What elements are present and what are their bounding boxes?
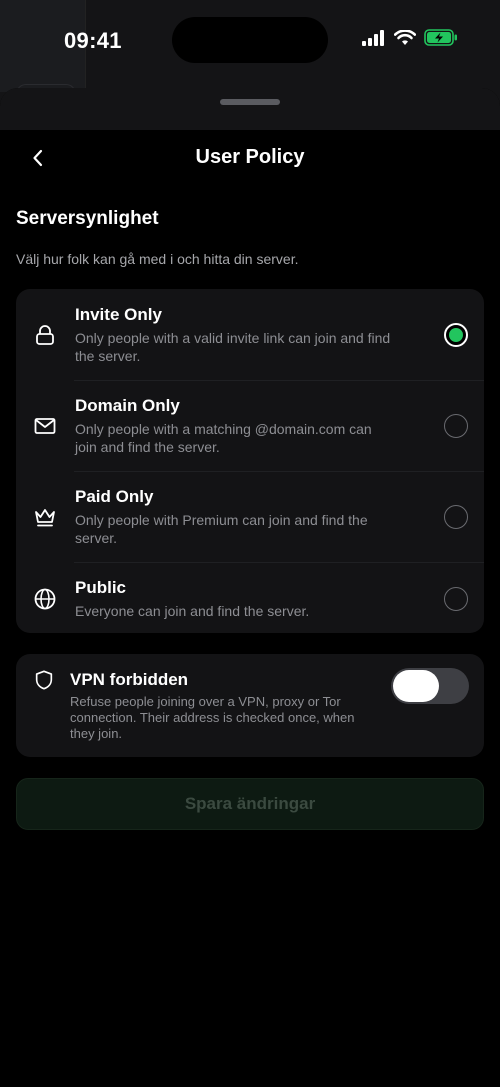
shield-icon (35, 670, 53, 690)
vpn-forbidden-toggle[interactable] (391, 668, 469, 704)
dynamic-island (172, 17, 328, 63)
toggle-knob (393, 670, 439, 702)
radio-public[interactable] (444, 587, 468, 611)
radio-paid-only[interactable] (444, 505, 468, 529)
cellular-signal-icon (362, 29, 384, 46)
status-time: 09:41 (64, 28, 122, 53)
page-title: User Policy (195, 146, 305, 168)
section-title: Serversynlighet (16, 208, 159, 229)
option-public[interactable]: Public Everyone can join and find the se… (16, 562, 484, 633)
visibility-options-card: Invite Only Only people with a valid inv… (16, 289, 484, 633)
radio-invite-only[interactable] (444, 323, 468, 347)
option-title: Paid Only (75, 487, 154, 506)
vpn-title: VPN forbidden (70, 670, 189, 689)
option-description: Everyone can join and find the server. (75, 603, 310, 619)
section-description: Välj hur folk kan gå med i och hitta din… (16, 251, 299, 267)
option-invite-only[interactable]: Invite Only Only people with a valid inv… (16, 289, 484, 380)
status-icons (362, 29, 458, 46)
wifi-icon (394, 29, 416, 45)
radio-domain-only[interactable] (444, 414, 468, 438)
status-bar: 09:41 (0, 0, 500, 80)
user-policy-sheet: User Policy Serversynlighet Välj hur fol… (0, 88, 500, 1087)
option-title: Domain Only (75, 396, 180, 415)
vpn-setting-card: VPN forbidden Refuse people joining over… (16, 654, 484, 757)
save-changes-button[interactable]: Spara ändringar (16, 778, 484, 830)
mail-icon (34, 418, 56, 434)
option-title: Public (75, 578, 127, 597)
sheet-header-area (0, 88, 500, 130)
battery-charging-icon (424, 29, 457, 46)
option-paid-only[interactable]: Paid Only Only people with Premium can j… (16, 471, 484, 562)
navigation-bar: User Policy (0, 138, 500, 178)
option-title: Invite Only (75, 305, 162, 324)
option-description: Only people with a matching @domain.com … (75, 421, 372, 455)
crown-icon (35, 509, 55, 527)
option-domain-only[interactable]: Domain Only Only people with a matching … (16, 380, 484, 471)
vpn-description: Refuse people joining over a VPN, proxy … (70, 694, 355, 741)
lock-icon (36, 325, 54, 345)
sheet-grabber[interactable] (220, 99, 280, 105)
option-description: Only people with a valid invite link can… (75, 330, 391, 364)
option-description: Only people with Premium can join and fi… (75, 512, 368, 546)
globe-icon (34, 588, 56, 610)
